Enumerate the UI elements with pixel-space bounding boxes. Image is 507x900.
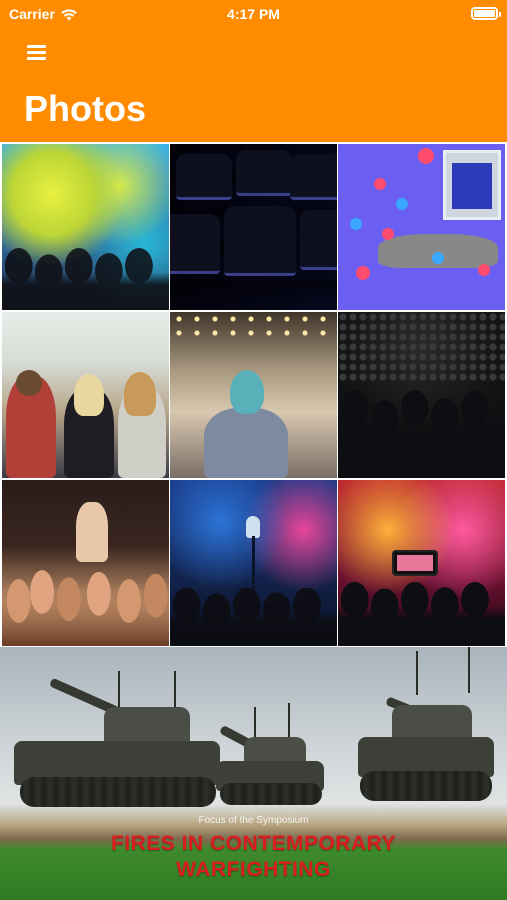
symposium-banner[interactable]: Focus of the Symposium FIRES IN CONTEMPO… [0, 647, 507, 900]
tank-right-image [356, 647, 496, 811]
hamburger-menu-icon[interactable] [27, 44, 47, 60]
page-title: Photos [24, 88, 146, 129]
battery-icon [471, 7, 501, 20]
banner-subtitle: Focus of the Symposium [198, 815, 309, 826]
photo-tile-microphone[interactable] [170, 480, 337, 646]
photo-tile-outdoor-festival[interactable] [2, 312, 169, 478]
photo-tile-holi-festival[interactable] [2, 144, 169, 310]
banner-title: FIRES IN CONTEMPORARY WARFIGHTING [0, 831, 507, 883]
photo-tile-conference-woman[interactable] [170, 312, 337, 478]
clock: 4:17 PM [227, 6, 280, 22]
banner-title-line-2: WARFIGHTING [176, 858, 331, 881]
photo-grid [0, 142, 507, 646]
banner-title-line-1: FIRES IN CONTEMPORARY [110, 832, 397, 855]
nav-header: Carrier 4:17 PM Photos [0, 0, 507, 142]
photo-tile-phone-recording[interactable] [338, 480, 505, 646]
photo-tile-social-stage[interactable] [338, 144, 505, 310]
photo-tile-conference-chairs[interactable] [170, 144, 337, 310]
tank-left-image [14, 671, 220, 811]
photo-tile-concert-hands[interactable] [2, 480, 169, 646]
tank-center-image [214, 703, 326, 807]
photo-tile-dark-audience[interactable] [338, 312, 505, 478]
status-bar: Carrier 4:17 PM [0, 0, 507, 28]
